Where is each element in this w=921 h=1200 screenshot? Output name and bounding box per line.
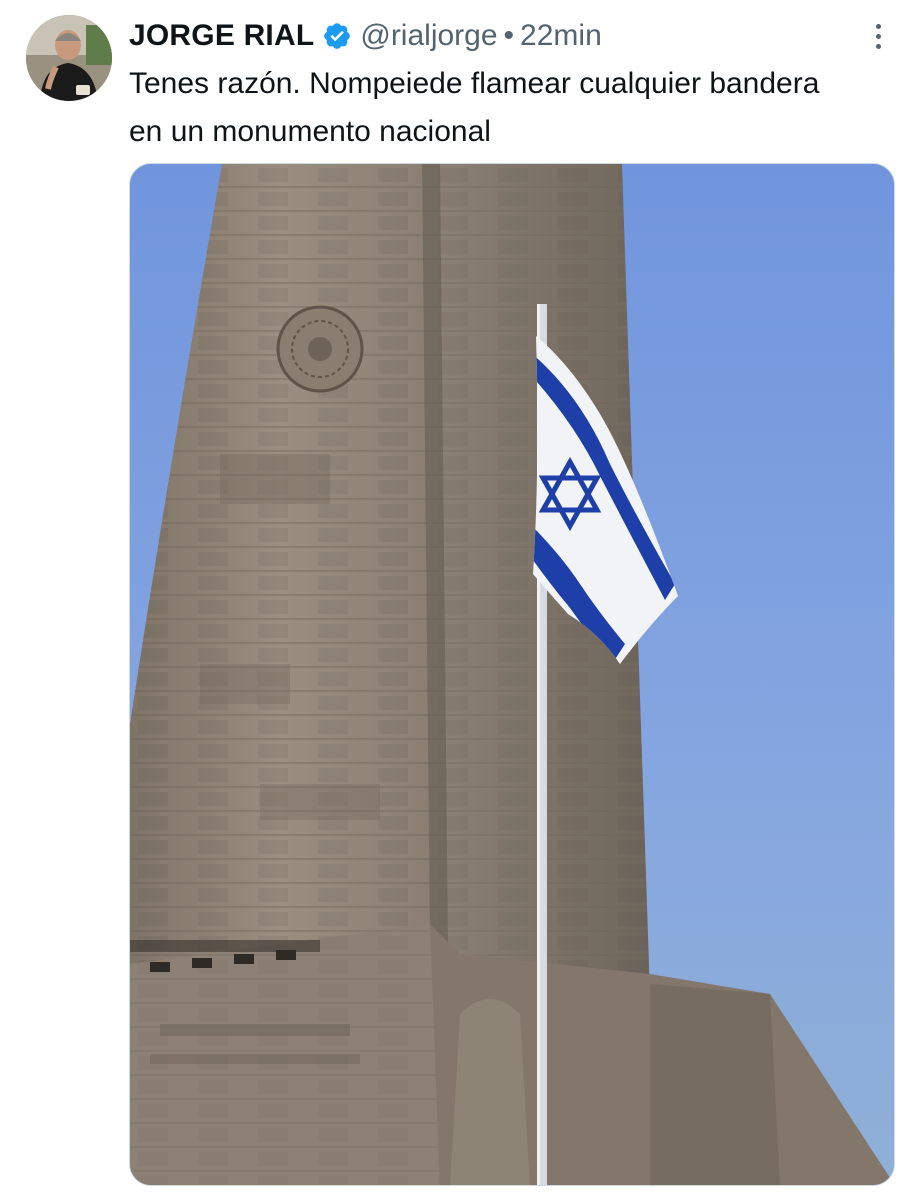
more-options-icon[interactable] bbox=[866, 18, 890, 54]
tweet-text: Tenes razón. Nompeiede flamear cualquier… bbox=[129, 67, 820, 148]
separator-dot: • bbox=[503, 19, 515, 52]
author-display-name[interactable]: JORGE RIAL bbox=[129, 19, 314, 53]
tweet-card[interactable]: JORGE RIAL @rialjorge • 22min Tenes razó… bbox=[0, 0, 921, 1200]
author-avatar[interactable] bbox=[26, 15, 112, 101]
more-dot-icon bbox=[875, 23, 881, 29]
tweet-header: JORGE RIAL @rialjorge • 22min bbox=[129, 14, 602, 58]
monument-flag-photo-icon bbox=[130, 164, 894, 1185]
more-dot-icon bbox=[875, 43, 881, 49]
avatar-photo-icon bbox=[26, 15, 112, 101]
author-handle[interactable]: @rialjorge bbox=[360, 19, 497, 53]
more-dot-icon bbox=[875, 33, 881, 39]
tweet-media-photo[interactable] bbox=[129, 163, 895, 1186]
tweet-timestamp[interactable]: 22min bbox=[520, 19, 602, 53]
verified-badge-icon bbox=[322, 21, 352, 51]
